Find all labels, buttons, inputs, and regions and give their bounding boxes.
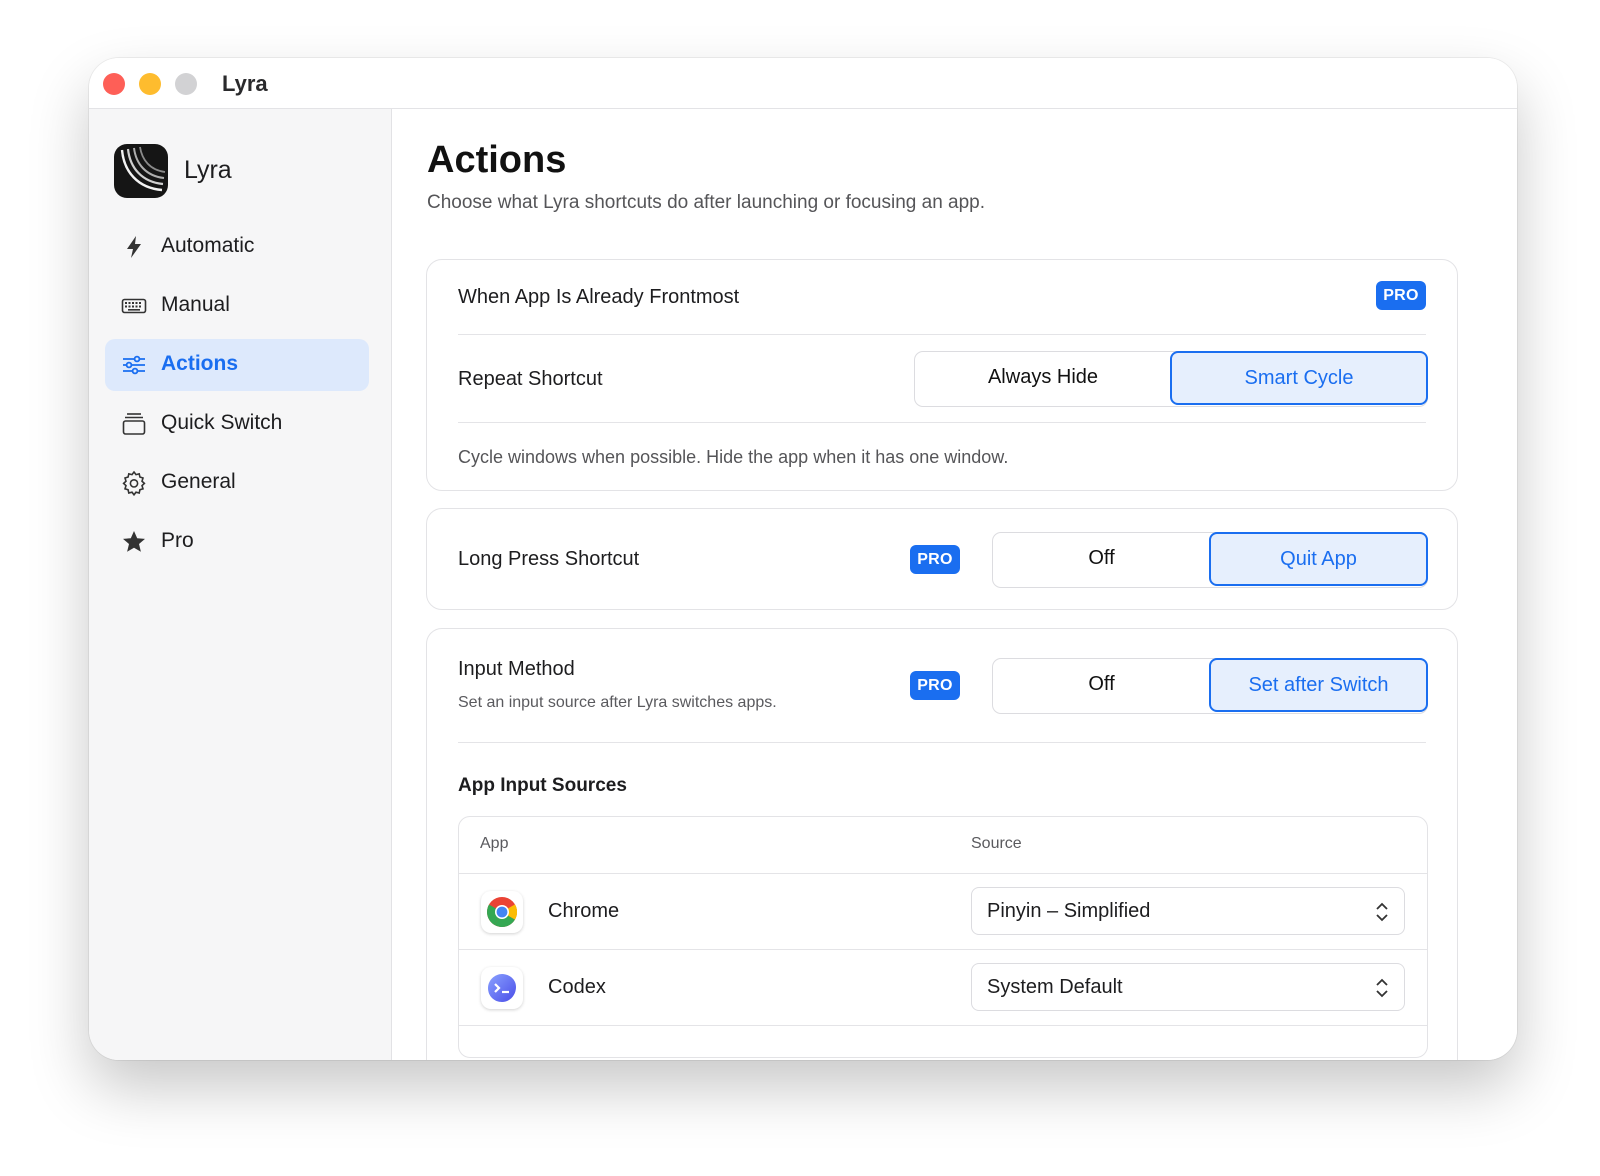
- column-header-app: App: [480, 835, 509, 852]
- lyra-logo-icon: [114, 144, 168, 198]
- page-title: Actions: [427, 139, 567, 181]
- long-press-label: Long Press Shortcut: [458, 548, 640, 570]
- keyboard-icon: [121, 293, 147, 319]
- off-option[interactable]: Off: [993, 532, 1210, 586]
- zoom-window-button[interactable]: [175, 73, 197, 95]
- input-method-label: Input Method: [458, 658, 575, 680]
- sidebar-item-general[interactable]: General: [105, 457, 369, 509]
- input-source-select[interactable]: System Default: [971, 963, 1405, 1011]
- minimize-window-button[interactable]: [139, 73, 161, 95]
- bolt-icon: [121, 234, 147, 260]
- page-subtitle: Choose what Lyra shortcuts do after laun…: [427, 192, 986, 213]
- input-source-select[interactable]: Pinyin – Simplified: [971, 887, 1405, 935]
- chevron-up-down-icon: [1374, 900, 1390, 924]
- divider: [458, 334, 1426, 335]
- sidebar-item-label: Quick Switch: [161, 411, 283, 434]
- sliders-icon: [121, 352, 147, 378]
- quit-app-option[interactable]: Quit App: [1209, 532, 1428, 586]
- sidebar-item-pro[interactable]: Pro: [105, 516, 369, 568]
- close-window-button[interactable]: [103, 73, 125, 95]
- always-hide-option[interactable]: Always Hide: [915, 351, 1171, 405]
- sidebar-item-automatic[interactable]: Automatic: [105, 221, 369, 273]
- long-press-segmented-control: Off Quit App: [992, 532, 1428, 588]
- app-input-sources-title: App Input Sources: [458, 775, 627, 796]
- main-content: Actions Choose what Lyra shortcuts do af…: [392, 109, 1517, 1060]
- chevron-up-down-icon: [1374, 976, 1390, 1000]
- input-method-card: Input Method Set an input source after L…: [426, 628, 1458, 1060]
- repeat-shortcut-label: Repeat Shortcut: [458, 368, 603, 390]
- sidebar-item-label: Automatic: [161, 234, 255, 257]
- pro-badge: PRO: [910, 671, 960, 700]
- repeat-shortcut-segmented-control: Always Hide Smart Cycle: [914, 351, 1428, 407]
- sidebar-item-label: Actions: [161, 352, 239, 375]
- long-press-card: Long Press Shortcut PRO Off Quit App: [426, 508, 1458, 610]
- sidebar-item-label: Pro: [161, 529, 194, 552]
- table-row: [459, 1025, 1427, 1057]
- frontmost-heading: When App Is Already Frontmost: [458, 286, 740, 308]
- pro-badge: PRO: [1376, 281, 1426, 310]
- repeat-shortcut-description: Cycle windows when possible. Hide the ap…: [458, 447, 1009, 467]
- app-input-sources-table: App Source Chrome Pinyin – Simplified Co…: [458, 816, 1428, 1058]
- window-title: Lyra: [222, 71, 268, 96]
- star-icon: [121, 529, 147, 555]
- set-after-switch-option[interactable]: Set after Switch: [1209, 658, 1428, 712]
- select-value: System Default: [987, 976, 1123, 998]
- input-method-description: Set an input source after Lyra switches …: [458, 694, 777, 711]
- sidebar-item-label: General: [161, 470, 236, 493]
- off-option[interactable]: Off: [993, 658, 1210, 712]
- table-row: Chrome Pinyin – Simplified: [459, 873, 1427, 950]
- sidebar-app-name: Lyra: [184, 156, 232, 184]
- sidebar-item-actions[interactable]: Actions: [105, 339, 369, 391]
- frontmost-card: When App Is Already Frontmost PRO Repeat…: [426, 259, 1458, 491]
- gear-icon: [121, 470, 147, 497]
- app-name: Codex: [548, 976, 606, 998]
- codex-icon: [481, 967, 523, 1009]
- window-stack-icon: [121, 411, 147, 437]
- divider: [458, 422, 1426, 423]
- app-window: Lyra Lyra Automatic Manual Actions Quick…: [89, 58, 1517, 1060]
- sidebar: Lyra Automatic Manual Actions Quick Swit…: [89, 109, 392, 1060]
- input-method-segmented-control: Off Set after Switch: [992, 658, 1428, 714]
- pro-badge: PRO: [910, 545, 960, 574]
- title-bar: Lyra: [89, 58, 1517, 109]
- column-header-source: Source: [971, 835, 1022, 852]
- sidebar-item-manual[interactable]: Manual: [105, 280, 369, 332]
- smart-cycle-option[interactable]: Smart Cycle: [1170, 351, 1428, 405]
- divider: [458, 742, 1426, 743]
- select-value: Pinyin – Simplified: [987, 900, 1151, 922]
- sidebar-item-label: Manual: [161, 293, 230, 316]
- chrome-icon: [481, 891, 523, 933]
- sidebar-item-quick-switch[interactable]: Quick Switch: [105, 398, 369, 450]
- app-name: Chrome: [548, 900, 620, 922]
- table-row: Codex System Default: [459, 949, 1427, 1026]
